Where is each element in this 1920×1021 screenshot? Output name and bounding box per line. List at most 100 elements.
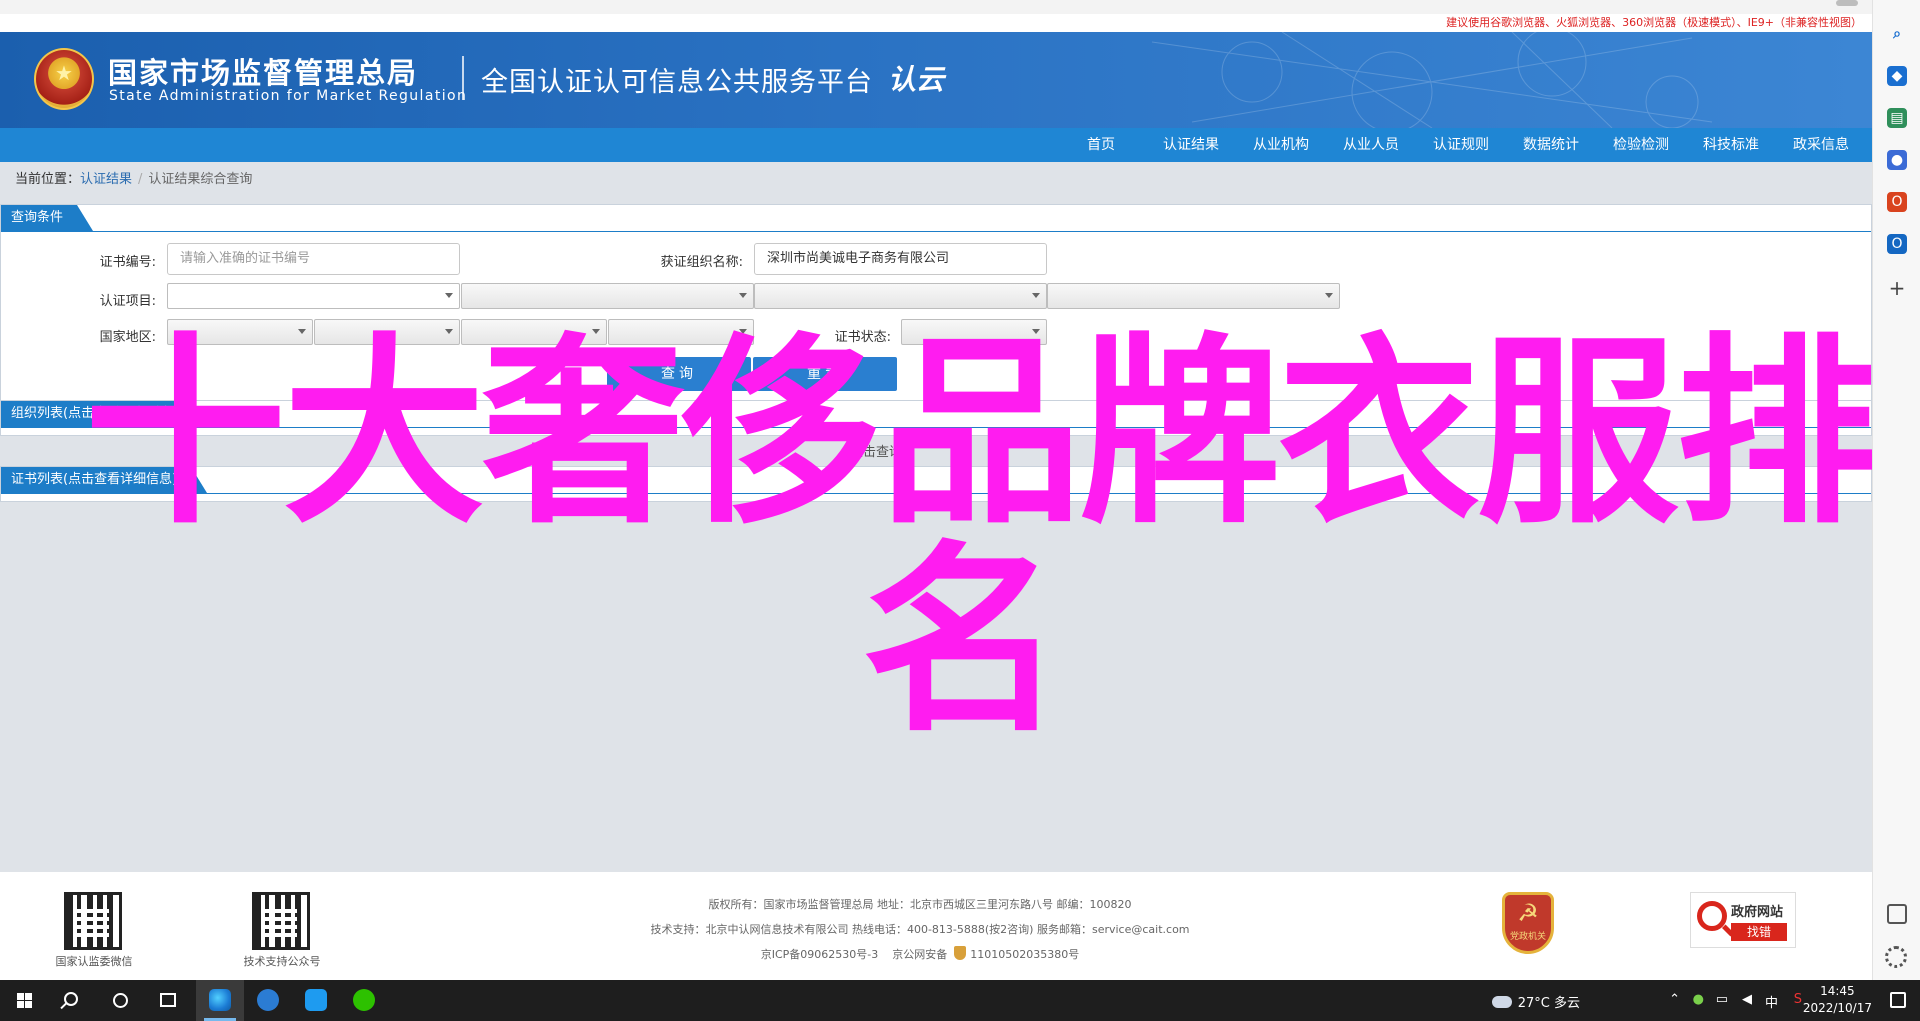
reset-button[interactable]: 重置	[753, 357, 897, 391]
region-label: 国家地区:	[99, 330, 156, 345]
platform-name[interactable]: 全国认证认可信息公共服务平台	[481, 60, 873, 99]
task-view-icon	[160, 993, 176, 1007]
search-button[interactable]: 查询	[607, 357, 751, 391]
outlook-icon[interactable]: O	[1887, 234, 1907, 254]
gear-icon[interactable]	[1885, 946, 1907, 968]
footer-info: 版权所有：国家市场监督管理总局 地址：北京市西城区三里河东路八号 邮编：1008…	[620, 892, 1220, 967]
magnifier-icon	[1697, 901, 1727, 931]
browser-app-icon	[257, 989, 279, 1011]
org-name-input[interactable]: 深圳市尚美诚电子商务有限公司	[754, 243, 1047, 275]
clock-time: 14:45	[1820, 984, 1855, 998]
region-select-3[interactable]	[461, 319, 607, 345]
project-select-4[interactable]	[1047, 283, 1340, 309]
nav-item-cert-rules[interactable]: 认证规则	[1416, 128, 1506, 162]
clock[interactable]: 14:45 2022/10/17	[1803, 983, 1872, 1017]
breadcrumb: 当前位置：认证结果 / 认证结果综合查询	[0, 166, 1872, 194]
cert-status-select[interactable]	[901, 319, 1047, 345]
org-list-panel: 组织列表(点击查看证书列表)	[0, 400, 1872, 436]
qr-code-support-icon	[252, 892, 310, 950]
breadcrumb-separator: /	[138, 172, 143, 187]
project-select-2[interactable]	[461, 283, 754, 309]
search-icon[interactable]: ⌕	[1887, 24, 1907, 44]
ime-indicator[interactable]: 中	[1765, 992, 1778, 1011]
weather-widget[interactable]: 27°C 多云	[1491, 992, 1580, 1011]
edge-icon	[209, 989, 231, 1011]
chevron-up-icon[interactable]: ⌃	[1669, 992, 1680, 1007]
nav-item-cert-results[interactable]: 认证结果	[1146, 128, 1236, 162]
org-name-label: 获证组织名称:	[660, 255, 743, 270]
chevron-down-icon	[298, 329, 306, 334]
cert-status-label: 证书状态:	[834, 330, 891, 345]
gov-website-find-error[interactable]: 政府网站 找错	[1690, 892, 1796, 948]
main-nav: 首页 认证结果 从业机构 从业人员 认证规则 数据统计 检验检测 科技标准 政采…	[0, 128, 1872, 162]
clock-date: 2022/10/17	[1802, 1001, 1872, 1015]
cert-no-label: 证书编号:	[99, 255, 156, 270]
cloud-icon	[1491, 996, 1512, 1008]
site-footer: 国家认监委微信 技术支持公众号 版权所有：国家市场监督管理总局 地址：北京市西城…	[0, 872, 1872, 980]
nav-item-personnel[interactable]: 从业人员	[1326, 128, 1416, 162]
task-view-button[interactable]	[144, 980, 192, 1021]
page-scrollbar-thumb[interactable]	[1836, 0, 1858, 6]
org-name-en: State Administration for Market Regulati…	[109, 88, 468, 104]
party-government-badge[interactable]: ☭ 党政机关	[1502, 892, 1554, 954]
cert-list-panel: 证书列表(点击查看详细信息)	[0, 466, 1872, 502]
nav-item-inspection[interactable]: 检验检测	[1596, 128, 1686, 162]
chevron-down-icon	[739, 293, 747, 298]
taskbar-search-button[interactable]	[48, 980, 96, 1021]
header-divider	[462, 56, 464, 100]
toolbox-icon[interactable]: ▤	[1887, 108, 1907, 128]
org-list-hint: 点击查询	[850, 445, 903, 460]
taskbar-app-3[interactable]	[292, 980, 340, 1021]
project-select-1[interactable]	[167, 283, 460, 309]
national-emblem-icon: ★	[34, 48, 94, 110]
cert-list-title[interactable]: 证书列表(点击查看详细信息)	[1, 467, 208, 493]
cert-no-input[interactable]: 请输入准确的证书编号	[167, 243, 460, 275]
region-select-1[interactable]	[167, 319, 313, 345]
windows-logo-icon	[17, 993, 32, 1008]
footer-police-no[interactable]: 11010502035380号	[970, 948, 1079, 961]
system-tray: 27°C 多云 ⌃ ● ▭ ◀ 中 S 14:45 2022/10/17	[1491, 980, 1920, 1021]
nav-item-agencies[interactable]: 从业机构	[1236, 128, 1326, 162]
chevron-down-icon	[1032, 329, 1040, 334]
sidebar-toggle-icon[interactable]	[1887, 904, 1907, 924]
region-select-2[interactable]	[314, 319, 460, 345]
volume-icon[interactable]: ◀	[1742, 992, 1752, 1007]
breadcrumb-link-cert-results[interactable]: 认证结果	[80, 172, 132, 187]
nav-item-home[interactable]: 首页	[1056, 128, 1146, 162]
wechat-icon	[353, 989, 375, 1011]
search-icon	[64, 992, 78, 1006]
site-header: ★ 国家市场监督管理总局 State Administration for Ma…	[0, 32, 1872, 128]
chevron-down-icon	[592, 329, 600, 334]
taskbar-edge[interactable]	[196, 980, 244, 1021]
footer-icp-row: 京ICP备09062530号-3 京公网安备 11010502035380号	[620, 942, 1220, 967]
network-icon[interactable]: ▭	[1716, 992, 1728, 1007]
notification-icon[interactable]	[1890, 992, 1906, 1008]
project-select-3[interactable]	[754, 283, 1047, 309]
chevron-down-icon	[445, 329, 453, 334]
nav-item-statistics[interactable]: 数据统计	[1506, 128, 1596, 162]
overlay-text-line2: 名	[862, 523, 1064, 759]
feishu-icon	[305, 989, 327, 1011]
browser-top-strip	[0, 0, 1872, 14]
nav-item-procurement[interactable]: 政采信息	[1776, 128, 1866, 162]
add-icon[interactable]: +	[1887, 278, 1907, 298]
people-icon[interactable]: ●	[1887, 150, 1907, 170]
browser-sidebar: ⌕ ◆ ▤ ● O O +	[1872, 0, 1920, 980]
sogou-icon[interactable]: S	[1794, 992, 1802, 1007]
cortana-button[interactable]	[96, 980, 144, 1021]
weather-text: 27°C 多云	[1517, 996, 1580, 1011]
chevron-down-icon	[1325, 293, 1333, 298]
tag-icon[interactable]: ◆	[1887, 66, 1907, 86]
start-button[interactable]	[0, 980, 48, 1021]
org-list-title[interactable]: 组织列表(点击查看证书列表)	[1, 401, 208, 427]
region-select-4[interactable]	[608, 319, 754, 345]
chevron-down-icon	[1032, 293, 1040, 298]
wechat-tray-icon[interactable]: ●	[1693, 992, 1704, 1007]
chevron-down-icon	[445, 293, 453, 298]
project-label: 认证项目:	[99, 294, 156, 309]
office-icon[interactable]: O	[1887, 192, 1907, 212]
taskbar-wechat[interactable]	[340, 980, 388, 1021]
nav-item-standards[interactable]: 科技标准	[1686, 128, 1776, 162]
taskbar-app-2[interactable]	[244, 980, 292, 1021]
footer-icp[interactable]: 京ICP备09062530号-3	[761, 948, 879, 961]
